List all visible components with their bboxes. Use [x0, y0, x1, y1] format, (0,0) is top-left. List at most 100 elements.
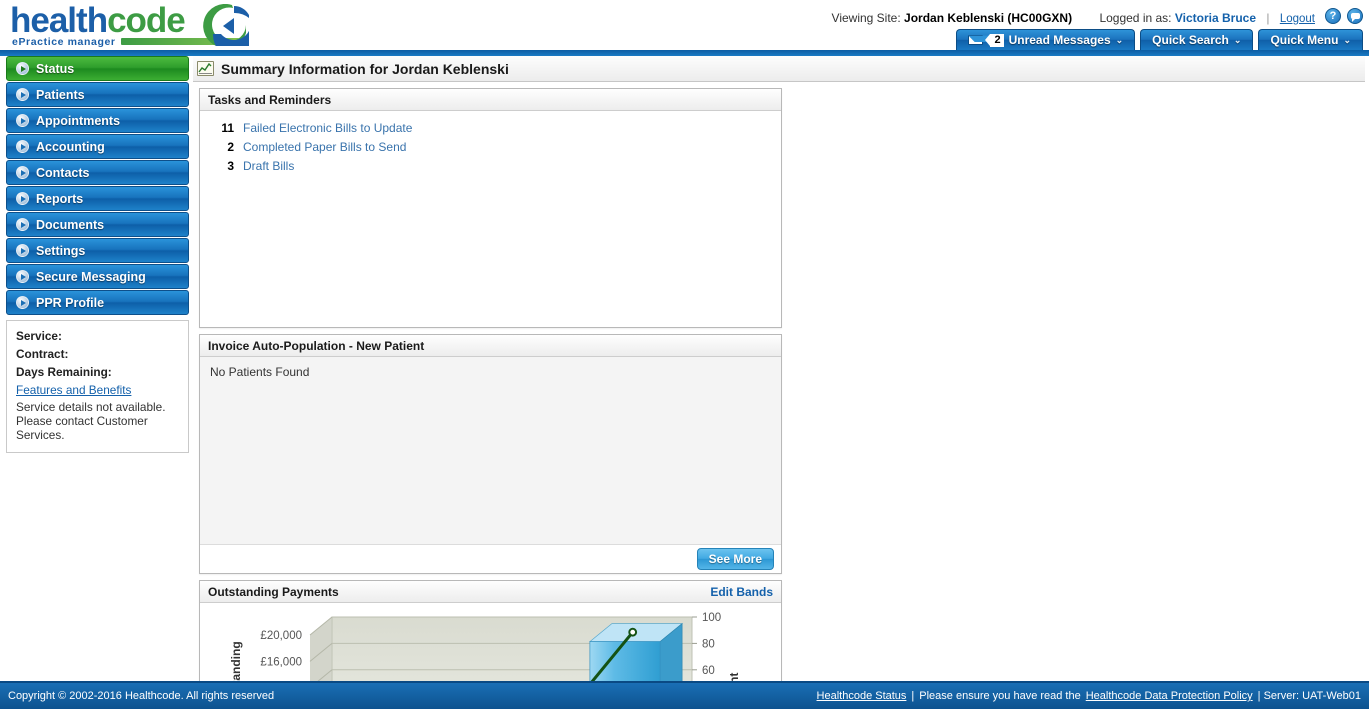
- sidebar-item-appointments[interactable]: Appointments: [6, 108, 189, 133]
- arrow-circle-icon: [16, 244, 29, 257]
- quick-search-label: Quick Search: [1152, 33, 1229, 47]
- sidebar-item-label: Status: [36, 61, 75, 76]
- arrow-circle-icon: [16, 88, 29, 101]
- unread-count-badge: 2: [985, 33, 1004, 47]
- footer-policy-prefix: Please ensure you have read the: [919, 690, 1081, 702]
- chevron-down-icon: ⌄: [1115, 34, 1124, 45]
- footer-links: Healthcode Status | Please ensure you ha…: [817, 690, 1361, 702]
- invoice-auto-population-panel: Invoice Auto-Population - New Patient No…: [199, 334, 782, 574]
- help-icon-glyph: ?: [1329, 10, 1337, 22]
- help-icon[interactable]: ?: [1325, 8, 1341, 24]
- logo-tagline: ePractice manager: [12, 36, 116, 48]
- chat-bubble-shape: [1350, 13, 1360, 22]
- unread-messages-button[interactable]: 2 Unread Messages ⌄: [956, 29, 1136, 50]
- invoice-empty-text: No Patients Found: [210, 365, 310, 379]
- logo-swoosh-icon: [203, 4, 249, 46]
- sidebar-item-secure-messaging[interactable]: Secure Messaging: [6, 264, 189, 289]
- task-count: 3: [227, 159, 234, 173]
- viewing-site-label: Viewing Site:: [831, 11, 901, 25]
- main-content: Summary Information for Jordan Keblenski…: [193, 56, 1365, 709]
- app-footer: Copyright © 2002-2016 Healthcode. All ri…: [0, 681, 1369, 709]
- chat-bubble-icon[interactable]: [1347, 8, 1363, 24]
- header-right-group: Viewing Site: Jordan Keblenski (HC00GXN)…: [809, 0, 1369, 52]
- sidebar-item-label: Appointments: [36, 113, 121, 128]
- arrow-circle-icon: [16, 166, 29, 179]
- task-link[interactable]: Failed Electronic Bills to Update: [243, 121, 412, 135]
- quick-menu-label: Quick Menu: [1270, 33, 1339, 47]
- task-row[interactable]: 2 Completed Paper Bills to Send: [200, 140, 781, 154]
- tasks-panel-body: 11 Failed Electronic Bills to Update 2 C…: [200, 111, 781, 173]
- arrow-circle-icon: [16, 296, 29, 309]
- logout-link[interactable]: Logout: [1280, 13, 1315, 25]
- viewing-site-value: Jordan Keblenski (HC00GXN): [904, 11, 1073, 25]
- task-row[interactable]: 11 Failed Electronic Bills to Update: [200, 121, 781, 135]
- footer-copyright: Copyright © 2002-2016 Healthcode. All ri…: [8, 690, 275, 702]
- page-title-bar: Summary Information for Jordan Keblenski: [193, 56, 1365, 82]
- invoice-panel-footer: See More: [200, 545, 781, 573]
- service-note: Service details not available. Please co…: [16, 400, 166, 442]
- data-protection-policy-link[interactable]: Healthcode Data Protection Policy: [1086, 690, 1253, 702]
- sidebar-item-settings[interactable]: Settings: [6, 238, 189, 263]
- footer-separator: |: [911, 690, 915, 702]
- arrow-circle-icon: [16, 192, 29, 205]
- task-count: 11: [221, 121, 234, 135]
- sidebar-item-label: Patients: [36, 87, 85, 102]
- logged-in-label: Logged in as:: [1099, 11, 1172, 25]
- logo-text-code: code: [107, 1, 186, 40]
- contract-label: Contract:: [16, 347, 69, 361]
- features-and-benefits-link[interactable]: Features and Benefits: [16, 383, 179, 397]
- svg-text:80: 80: [702, 638, 715, 650]
- chevron-down-icon: ⌄: [1343, 34, 1351, 45]
- sidebar-item-label: Accounting: [36, 139, 105, 154]
- invoice-panel-header: Invoice Auto-Population - New Patient: [200, 335, 781, 357]
- arrow-circle-icon: [16, 218, 29, 231]
- app-header: healthcode ePractice manager Viewing Sit…: [0, 0, 1369, 52]
- header-button-group: 2 Unread Messages ⌄ Quick Search ⌄ Quick…: [956, 29, 1363, 50]
- unread-messages-label: Unread Messages: [1008, 33, 1111, 47]
- sidebar-item-contacts[interactable]: Contacts: [6, 160, 189, 185]
- logo-text-health: health: [10, 1, 108, 40]
- edit-bands-link[interactable]: Edit Bands: [710, 585, 773, 599]
- sidebar-item-label: Secure Messaging: [36, 269, 146, 284]
- header-divider: |: [1266, 11, 1270, 25]
- service-info-box: Service: Contract: Days Remaining: Featu…: [6, 320, 189, 453]
- sidebar-item-label: Reports: [36, 191, 84, 206]
- sidebar-item-patients[interactable]: Patients: [6, 82, 189, 107]
- task-link[interactable]: Completed Paper Bills to Send: [243, 140, 406, 154]
- chevron-down-icon: ⌄: [1233, 34, 1242, 45]
- quick-search-button[interactable]: Quick Search ⌄: [1140, 29, 1254, 50]
- svg-text:£16,000: £16,000: [260, 656, 302, 668]
- see-more-button[interactable]: See More: [696, 548, 774, 570]
- sidebar-nav: Status Patients Appointments Accounting …: [6, 56, 189, 453]
- svg-text:£20,000: £20,000: [260, 630, 302, 642]
- task-link[interactable]: Draft Bills: [243, 159, 294, 173]
- sidebar-item-label: PPR Profile: [36, 295, 105, 310]
- tasks-panel-header: Tasks and Reminders: [200, 89, 781, 111]
- healthcode-status-link[interactable]: Healthcode Status: [817, 690, 907, 702]
- chart-line-icon: [197, 61, 214, 76]
- logged-in-user[interactable]: Victoria Bruce: [1175, 11, 1256, 25]
- sidebar-item-label: Documents: [36, 217, 105, 232]
- invoice-panel-title: Invoice Auto-Population - New Patient: [208, 338, 425, 353]
- header-account-line: Viewing Site: Jordan Keblenski (HC00GXN)…: [832, 11, 1315, 25]
- tasks-and-reminders-panel: Tasks and Reminders 11 Failed Electronic…: [199, 88, 782, 328]
- sidebar-item-ppr-profile[interactable]: PPR Profile: [6, 290, 189, 315]
- sidebar-item-label: Settings: [36, 243, 86, 258]
- sidebar-item-reports[interactable]: Reports: [6, 186, 189, 211]
- outstanding-panel-header: Outstanding Payments Edit Bands: [200, 581, 781, 603]
- healthcode-logo[interactable]: healthcode ePractice manager: [10, 1, 249, 48]
- arrow-circle-icon: [16, 140, 29, 153]
- task-row[interactable]: 3 Draft Bills: [200, 159, 781, 173]
- days-remaining-label: Days Remaining:: [16, 365, 112, 379]
- outstanding-panel-title: Outstanding Payments: [208, 584, 339, 599]
- page-title: Summary Information for Jordan Keblenski: [221, 60, 509, 77]
- quick-menu-button[interactable]: Quick Menu ⌄: [1258, 29, 1363, 50]
- invoice-panel-body: No Patients Found: [200, 357, 781, 545]
- tasks-panel-title: Tasks and Reminders: [208, 92, 332, 107]
- envelope-icon: [968, 35, 984, 45]
- sidebar-item-accounting[interactable]: Accounting: [6, 134, 189, 159]
- sidebar-item-status[interactable]: Status: [6, 56, 189, 81]
- sidebar-item-documents[interactable]: Documents: [6, 212, 189, 237]
- arrow-circle-icon: [16, 62, 29, 75]
- arrow-circle-icon: [16, 114, 29, 127]
